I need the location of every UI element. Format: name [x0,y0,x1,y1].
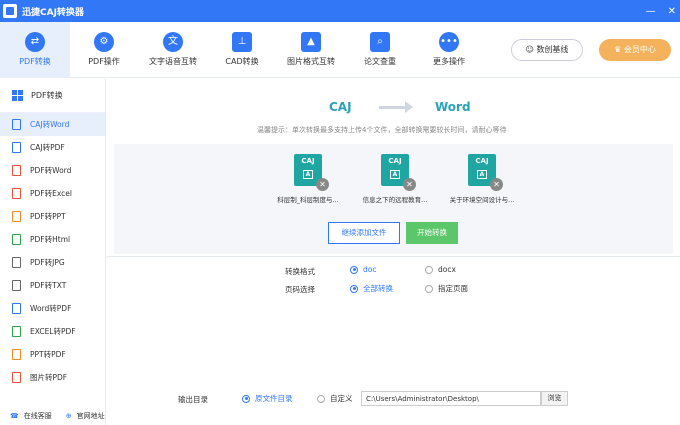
output-label: 输出目录 [178,395,208,404]
image-file-icon [12,372,21,383]
from-format: CAJ [329,100,352,114]
start-convert-button[interactable]: 开始转换 [406,222,458,244]
excel-file-icon [12,326,21,337]
app-logo [3,4,17,18]
title-bar: 迅捷CAJ转换器 — ✕ [0,0,680,22]
sidebar-item-pdf-to-jpg[interactable]: PDF转JPG [0,251,105,274]
file-card[interactable]: CAJ A ✕ 科层制_科层制度与... [269,154,347,204]
account-button[interactable]: ☺ 数创基线 [511,39,583,61]
swap-icon: ⇄ [25,32,45,52]
sidebar: PDF转换 CAJ转Word CAJ转PDF PDF转Word PDF转Exce… [0,79,106,425]
radio-doc[interactable]: doc [350,265,376,274]
format-label: 转换格式 [285,267,315,276]
sidebar-header: PDF转换 [0,79,105,113]
tab-pdf-ops[interactable]: ⚙ PDF操作 [69,22,139,78]
tab-pdf-convert[interactable]: ⇄ PDF转换 [0,22,70,78]
sidebar-item-pdf-to-html[interactable]: PDF转Html [0,228,105,251]
close-button[interactable]: ✕ [668,6,676,17]
text-voice-icon: 文 [163,32,183,52]
page-label: 页码选择 [285,285,315,294]
search-doc-icon: ⌕ [370,32,390,52]
sidebar-item-caj-to-word[interactable]: CAJ转Word [0,113,105,136]
radio-custom-dir[interactable]: 自定义 [317,393,353,404]
tab-image-format[interactable]: ▲ 图片格式互转 [276,22,346,78]
radio-docx[interactable]: docx [425,265,456,274]
pdf-file-icon [12,188,21,199]
output-path-input[interactable] [361,391,541,406]
tab-more[interactable]: ••• 更多操作 [414,22,484,78]
sidebar-item-pdf-to-ppt[interactable]: PDF转PPT [0,205,105,228]
grid-icon [12,90,23,101]
main-panel: CAJ Word 温馨提示：单次转换最多支持上传4个文件，全部转换需要较长时间，… [107,79,680,425]
app-title: 迅捷CAJ转换器 [22,7,84,18]
radio-source-dir[interactable]: 原文件目录 [242,393,293,404]
sidebar-item-pdf-to-txt[interactable]: PDF转TXT [0,274,105,297]
add-files-button[interactable]: 继续添加文件 [328,222,400,244]
remove-file-icon[interactable]: ✕ [490,178,503,191]
sidebar-item-pdf-to-word[interactable]: PDF转Word [0,159,105,182]
pdf-file-icon [12,211,21,222]
radio-all-pages[interactable]: 全部转换 [350,283,393,294]
sidebar-item-ppt-to-pdf[interactable]: PPT转PDF [0,343,105,366]
arrow-right-icon [379,101,413,113]
sidebar-item-pdf-to-excel[interactable]: PDF转Excel [0,182,105,205]
more-icon: ••• [439,32,459,52]
gear-icon: ⚙ [94,32,114,52]
sidebar-item-excel-to-pdf[interactable]: EXCEL转PDF [0,320,105,343]
cad-icon: ⊥ [232,32,252,52]
sidebar-item-caj-to-pdf[interactable]: CAJ转PDF [0,136,105,159]
word-file-icon [12,303,21,314]
sidebar-item-word-to-pdf[interactable]: Word转PDF [0,297,105,320]
pdf-file-icon [12,257,21,268]
sidebar-item-image-to-pdf[interactable]: 图片转PDF [0,366,105,389]
divider [107,256,680,257]
browse-button[interactable]: 浏览 [541,391,568,406]
minimize-button[interactable]: — [646,6,656,17]
radio-specific-pages[interactable]: 指定页面 [425,283,468,294]
to-format: Word [435,100,471,114]
ppt-file-icon [12,349,21,360]
pdf-file-icon [12,165,21,176]
crown-icon: ♛ [614,45,624,54]
file-card[interactable]: CAJ A ✕ 关于环境空间设计与... [443,154,521,204]
tab-cad[interactable]: ⊥ CAD转换 [207,22,277,78]
tip-text: 温馨提示：单次转换最多支持上传4个文件，全部转换需要较长时间，请耐心等待 [257,126,507,134]
globe-icon: ⊕ [65,412,72,420]
tab-plagiarism[interactable]: ⌕ 论文查重 [345,22,415,78]
image-icon: ▲ [301,32,321,52]
caj-file-icon [12,142,21,153]
user-icon: ☺ [525,45,537,54]
pdf-file-icon [12,280,21,291]
file-card[interactable]: CAJ A ✕ 信息之下的远程教育... [356,154,434,204]
caj-file-icon [12,119,21,130]
sidebar-footer: ☎ 在线客服 ⊕ 官网地址 [0,407,106,425]
tab-text-voice[interactable]: 文 文字语音互转 [138,22,208,78]
remove-file-icon[interactable]: ✕ [403,178,416,191]
headset-icon: ☎ [10,412,19,420]
pdf-file-icon [12,234,21,245]
vip-center-button[interactable]: ♛ 会员中心 [599,39,671,61]
online-service-link[interactable]: ☎ 在线客服 [5,411,52,421]
remove-file-icon[interactable]: ✕ [316,178,329,191]
official-site-link[interactable]: ⊕ 官网地址 [61,411,105,421]
main-toolbar: ⇄ PDF转换 ⚙ PDF操作 文 文字语音互转 ⊥ CAD转换 ▲ 图片格式互… [0,22,680,78]
